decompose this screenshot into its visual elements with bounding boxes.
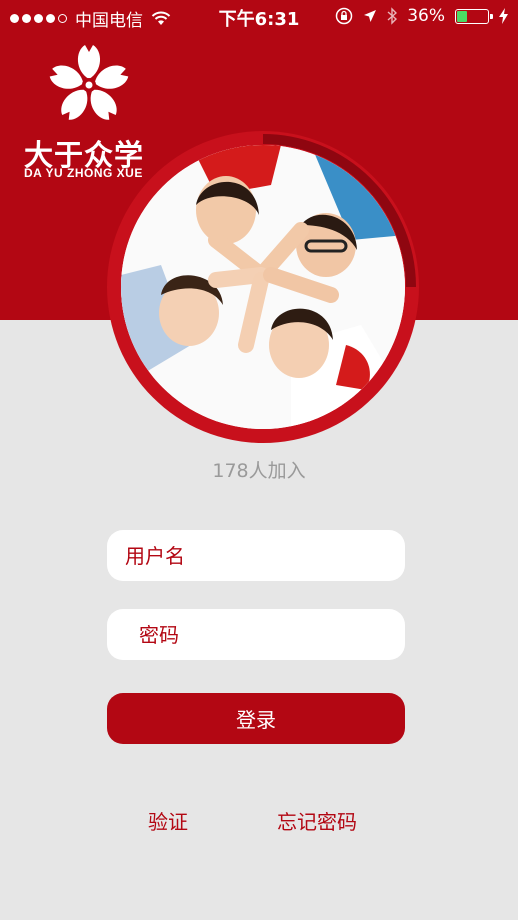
verify-link[interactable]: 验证 xyxy=(148,806,188,835)
battery-percent: 36% xyxy=(407,6,445,26)
status-bar-right: 36% xyxy=(335,6,508,26)
login-button[interactable]: 登录 xyxy=(107,693,405,744)
charging-bolt-icon xyxy=(499,8,508,24)
battery-icon xyxy=(455,8,493,24)
forgot-password-link[interactable]: 忘记密码 xyxy=(277,806,357,835)
username-input[interactable] xyxy=(107,530,405,581)
rotation-lock-icon xyxy=(335,7,353,25)
group-of-students-photo xyxy=(121,145,405,429)
flower-logo-icon xyxy=(48,45,130,124)
password-input[interactable] xyxy=(107,609,405,660)
bluetooth-icon xyxy=(387,7,398,25)
status-bar: 中国电信 下午6:31 36% xyxy=(0,0,518,34)
location-arrow-icon xyxy=(364,10,377,22)
join-count-label: 178人加入 xyxy=(212,460,306,482)
